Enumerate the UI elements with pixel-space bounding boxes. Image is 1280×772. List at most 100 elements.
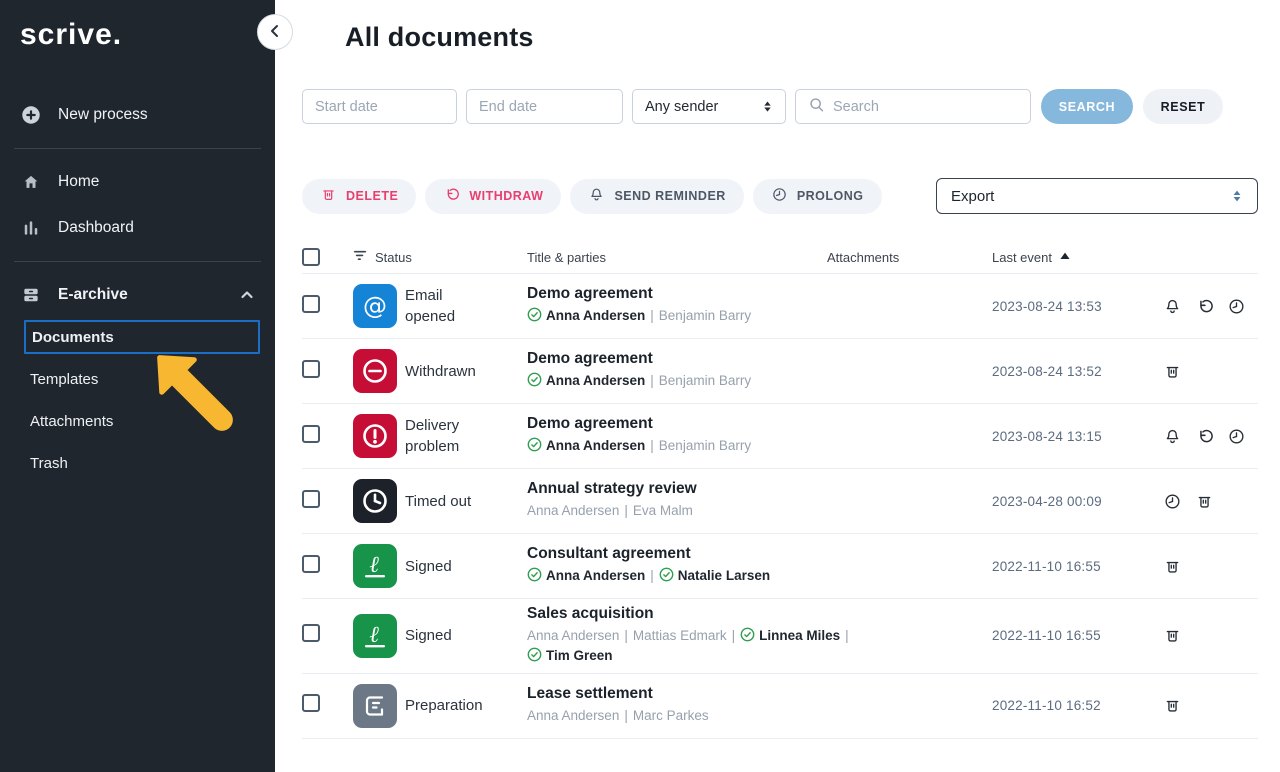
- table-row[interactable]: Timed outAnnual strategy reviewAnna Ande…: [302, 469, 1258, 534]
- column-title-parties: Title & parties: [527, 250, 827, 265]
- dashboard-label: Dashboard: [58, 219, 134, 237]
- sidebar-item-trash[interactable]: Trash: [0, 442, 275, 484]
- prolong-button[interactable]: PROLONG: [753, 179, 882, 214]
- dashboard-icon: [20, 217, 42, 239]
- send-reminder-label: SEND REMINDER: [614, 189, 725, 203]
- delete-label: DELETE: [346, 189, 398, 203]
- trash-icon[interactable]: [1195, 492, 1214, 511]
- bell-icon[interactable]: [1163, 297, 1182, 316]
- sender-select[interactable]: Any sender: [632, 89, 786, 124]
- document-icon: [353, 684, 397, 728]
- send-reminder-button[interactable]: SEND REMINDER: [570, 179, 743, 214]
- sort-asc-icon: [1059, 250, 1071, 265]
- document-title: Demo agreement: [527, 415, 992, 433]
- sidebar-item-home[interactable]: Home: [0, 159, 275, 205]
- undo-icon[interactable]: [1195, 427, 1214, 446]
- sidebar-item-earchive[interactable]: E-archive: [0, 272, 275, 318]
- table-row[interactable]: ℓSignedSales acquisitionAnna Andersen|Ma…: [302, 599, 1258, 674]
- status-label: Delivery problem: [405, 415, 491, 457]
- party-name: Anna Andersen: [527, 373, 645, 388]
- row-checkbox-cell: [302, 555, 353, 578]
- row-checkbox[interactable]: [302, 425, 320, 443]
- title-parties-cell: Demo agreementAnna Andersen|Benjamin Bar…: [527, 350, 992, 391]
- status-icon-cell: @: [353, 284, 405, 328]
- trash-icon[interactable]: [1163, 696, 1182, 715]
- table-row[interactable]: WithdrawnDemo agreementAnna Andersen|Ben…: [302, 339, 1258, 404]
- party-separator: |: [650, 438, 654, 453]
- party-name: Eva Malm: [633, 503, 693, 518]
- status-label: Signed: [405, 625, 491, 646]
- status-label: Signed: [405, 556, 491, 577]
- row-checkbox[interactable]: [302, 555, 320, 573]
- row-checkbox-cell: [302, 360, 353, 383]
- search-icon: [808, 96, 825, 118]
- row-checkbox[interactable]: [302, 694, 320, 712]
- search-button[interactable]: SEARCH: [1041, 89, 1133, 124]
- end-date-input[interactable]: [466, 89, 623, 124]
- check-circle-icon: [659, 567, 674, 582]
- new-process-button[interactable]: New process: [0, 92, 275, 138]
- party-name: Marc Parkes: [633, 708, 709, 723]
- table-row[interactable]: ℓSignedConsultant agreementAnna Andersen…: [302, 534, 1258, 599]
- clock-history-icon[interactable]: [1163, 492, 1182, 511]
- table-row[interactable]: Delivery problem Demo agreement Anna Ander…: [302, 404, 1258, 469]
- title-parties-cell: Demo agreement Anna Andersen|Benjamin Bar…: [527, 415, 992, 456]
- sidebar-collapse-button[interactable]: [257, 14, 293, 50]
- document-table-body: @Email opened Demo agreement Anna Andersen…: [302, 273, 1258, 739]
- document-title: Demo agreement: [527, 350, 992, 368]
- clock-history-icon[interactable]: [1227, 427, 1246, 446]
- row-checkbox[interactable]: [302, 624, 320, 642]
- table-header: Status Title & parties Attachments Last …: [302, 241, 1258, 273]
- status-label: Email opened: [405, 285, 491, 327]
- bell-icon[interactable]: [1163, 427, 1182, 446]
- search-field[interactable]: [795, 89, 1031, 124]
- row-checkbox-cell: [302, 624, 353, 647]
- export-select[interactable]: Export: [936, 178, 1258, 214]
- trash-icon[interactable]: [1163, 626, 1182, 645]
- filter-icon: [353, 248, 368, 266]
- undo-icon[interactable]: [1195, 297, 1214, 316]
- row-checkbox[interactable]: [302, 295, 320, 313]
- row-actions: [1155, 362, 1258, 381]
- select-all-checkbox[interactable]: [302, 248, 320, 266]
- filter-bar: Any sender SEARCH RESET: [302, 89, 1258, 124]
- check-circle-icon: [527, 567, 542, 582]
- bell-icon: [588, 186, 605, 206]
- table-row[interactable]: @Email openedDemo agreementAnna Andersen…: [302, 274, 1258, 339]
- column-last-event[interactable]: Last event: [992, 250, 1258, 265]
- document-parties: Anna Andersen|Benjamin Barry: [527, 436, 857, 456]
- party-separator: |: [845, 628, 849, 643]
- svg-text:ℓ: ℓ: [369, 552, 379, 578]
- column-status[interactable]: Status: [353, 248, 527, 266]
- start-date-input[interactable]: [302, 89, 457, 124]
- trash-icon[interactable]: [1163, 557, 1182, 576]
- party-separator: |: [624, 628, 628, 643]
- status-icon-cell: [353, 479, 405, 523]
- row-checkbox[interactable]: [302, 490, 320, 508]
- row-actions: [1155, 696, 1258, 715]
- title-parties-cell: Annual strategy reviewAnna Andersen|Eva …: [527, 480, 992, 521]
- signature-icon: ℓ: [353, 544, 397, 588]
- documents-label: Documents: [32, 329, 114, 346]
- search-input[interactable]: [833, 99, 1018, 115]
- home-icon: [20, 171, 42, 193]
- updown-icon: [1229, 188, 1245, 204]
- attachments-label: Attachments: [30, 413, 113, 430]
- table-row[interactable]: PreparationLease settlementAnna Andersen…: [302, 674, 1258, 739]
- delete-button[interactable]: DELETE: [302, 179, 416, 214]
- withdraw-button[interactable]: WITHDRAW: [425, 179, 561, 214]
- row-checkbox[interactable]: [302, 360, 320, 378]
- party-separator: |: [650, 373, 654, 388]
- last-event-date: 2023-08-24 13:15: [992, 429, 1155, 444]
- reset-button[interactable]: RESET: [1143, 89, 1223, 124]
- yellow-pointer-arrow: [140, 338, 250, 448]
- document-title: Sales acquisition: [527, 605, 992, 623]
- last-event-date: 2022-11-10 16:52: [992, 698, 1155, 713]
- row-checkbox-cell: [302, 490, 353, 513]
- home-label: Home: [58, 173, 99, 191]
- earchive-label: E-archive: [58, 286, 128, 304]
- sidebar-item-dashboard[interactable]: Dashboard: [0, 205, 275, 251]
- document-parties: Anna Andersen|Benjamin Barry: [527, 306, 857, 326]
- clock-history-icon[interactable]: [1227, 297, 1246, 316]
- trash-icon[interactable]: [1163, 362, 1182, 381]
